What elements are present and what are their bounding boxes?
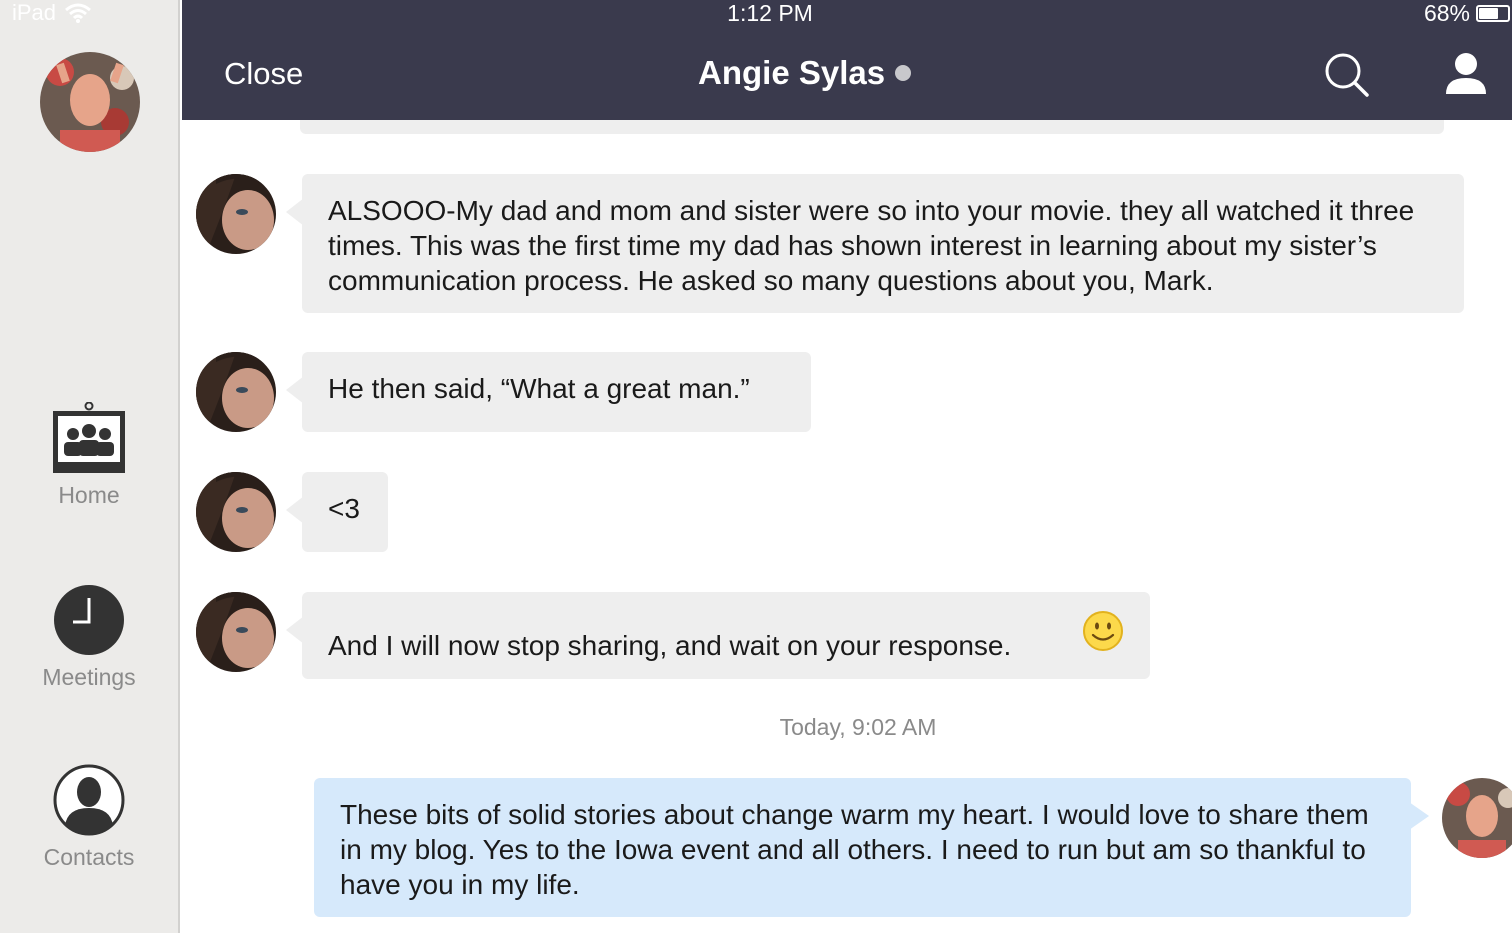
contact-avatar[interactable]	[196, 472, 276, 552]
contact-avatar-image	[196, 174, 276, 254]
contact-title: Angie Sylas	[698, 54, 912, 92]
contact-avatar[interactable]	[196, 352, 276, 432]
close-button[interactable]: Close	[224, 56, 303, 92]
message-text: And I will now stop sharing, and wait on…	[328, 630, 1012, 661]
nav-meetings[interactable]: Meetings	[0, 584, 178, 691]
battery-status: 68%	[1424, 0, 1510, 26]
profile-icon[interactable]	[1444, 52, 1488, 96]
chat-header: 1:12 PM 68% Close Angie Sylas	[182, 0, 1512, 120]
my-avatar-image	[40, 52, 140, 152]
my-avatar[interactable]	[40, 52, 140, 152]
message-text: ALSOOO-My dad and mom and sister were so…	[328, 195, 1415, 296]
message-timestamp: Today, 9:02 AM	[779, 714, 937, 740]
wifi-icon	[65, 3, 92, 23]
sidebar: iPad Home Meetings Contacts	[0, 0, 180, 933]
status-time: 1:12 PM	[727, 0, 813, 26]
contact-avatar[interactable]	[196, 592, 276, 672]
person-icon	[53, 764, 125, 836]
smiley-emoji-icon	[1083, 611, 1123, 651]
device-name: iPad	[12, 0, 57, 25]
message-bubble-outgoing[interactable]: These bits of solid stories about change…	[314, 778, 1429, 917]
message-bubble[interactable]: He then said, “What a great man.”	[286, 352, 811, 432]
nav-contacts-label: Contacts	[43, 844, 135, 870]
presence-status-icon	[895, 65, 912, 81]
group-icon	[53, 402, 125, 473]
nav-contacts[interactable]: Contacts	[0, 764, 178, 871]
nav-home[interactable]: Home	[0, 402, 178, 509]
message-text: <3	[328, 493, 360, 524]
device-status: iPad	[12, 0, 92, 26]
contact-name: Angie Sylas	[698, 54, 886, 91]
my-message-avatar-image	[1442, 778, 1512, 858]
message-text: These bits of solid stories about change…	[340, 799, 1369, 900]
contact-avatar[interactable]	[196, 174, 276, 254]
search-icon[interactable]	[1324, 52, 1370, 98]
battery-percent: 68%	[1423, 0, 1470, 26]
message-bubble[interactable]: And I will now stop sharing, and wait on…	[286, 592, 1150, 679]
clock-icon	[54, 585, 124, 655]
battery-icon	[1476, 4, 1510, 22]
message-bubble[interactable]: <3	[286, 472, 388, 552]
message-text: He then said, “What a great man.”	[328, 373, 750, 404]
message-bubble[interactable]: ALSOOO-My dad and mom and sister were so…	[286, 174, 1464, 313]
nav-home-label: Home	[58, 482, 120, 508]
contact-avatar-image	[196, 592, 276, 672]
previous-message-bubble	[300, 120, 1444, 134]
contact-avatar-image	[196, 352, 276, 432]
nav-meetings-label: Meetings	[42, 664, 136, 690]
contact-avatar-image	[196, 472, 276, 552]
message-list[interactable]: ALSOOO-My dad and mom and sister were so…	[182, 120, 1512, 933]
my-message-avatar[interactable]	[1442, 778, 1512, 858]
